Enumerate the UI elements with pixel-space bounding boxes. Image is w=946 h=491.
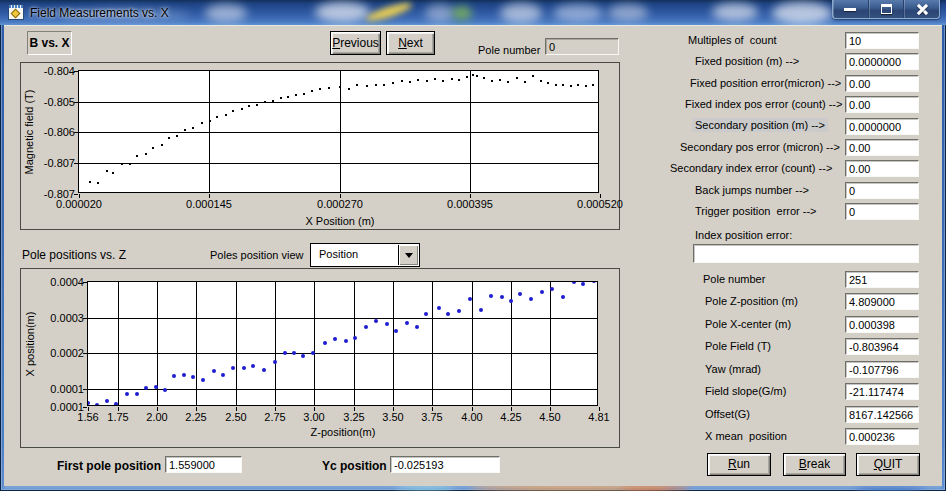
chevron-down-icon	[405, 253, 413, 258]
row-label-secondary-position: Secondary position (m) -->	[692, 119, 828, 131]
window-controls	[832, 0, 940, 19]
stat-field-pole-field: -0.803964	[845, 338, 919, 355]
stat-field-pole-z: 4.809000	[845, 293, 919, 310]
poles-view-label: Poles position view	[210, 249, 304, 261]
yc-position-field[interactable]: -0.025193	[390, 456, 500, 473]
stat-field-pole-number: 251	[845, 271, 919, 288]
app-window: Field Measurements vs. X B vs. X Previou…	[0, 0, 946, 491]
first-pole-label: First pole position	[57, 459, 161, 473]
dropdown-button[interactable]	[398, 245, 418, 265]
row-label-trigger-pos-error: Trigger position error -->	[695, 205, 817, 217]
stat-label-pole-z: Pole Z-position (m)	[705, 295, 798, 307]
minimize-icon	[844, 8, 856, 11]
row-field-fixed-index-error[interactable]: 0.00	[845, 96, 919, 113]
field-chart-y-title: Magnetic field (T)	[22, 72, 36, 192]
field-chart-frame	[20, 62, 620, 230]
stat-label-pole-field: Pole Field (T)	[705, 340, 771, 352]
stat-label-pole-number: Pole number	[703, 273, 765, 285]
stat-label-x-mean: X mean position	[705, 430, 787, 442]
row-label-multiples: Multiples of count	[688, 34, 777, 46]
next-button[interactable]: Next	[386, 31, 435, 55]
maximize-icon	[881, 4, 892, 14]
maximize-button[interactable]	[869, 0, 905, 18]
window-title: Field Measurements vs. X	[30, 6, 169, 20]
stat-label-field-slope: Field slope(G/m)	[705, 385, 786, 397]
row-field-secondary-position[interactable]: 0.0000000	[845, 118, 919, 135]
stat-field-yaw: -0.107796	[845, 361, 919, 378]
poles-view-value: Position	[319, 248, 358, 260]
field-chart-x-title: X Position (m)	[240, 215, 440, 227]
row-field-back-jumps[interactable]: 0	[845, 182, 919, 199]
pole-number-header-label: Pole number	[478, 44, 540, 56]
row-field-secondary-index-error[interactable]: 0.00	[845, 160, 919, 177]
row-field-multiples[interactable]: 10	[845, 32, 919, 49]
row-field-fixed-pos-error[interactable]: 0.00	[845, 75, 919, 92]
close-button[interactable]	[904, 0, 939, 18]
row-field-fixed-position[interactable]: 0.0000000	[845, 53, 919, 70]
row-label-back-jumps: Back jumps number -->	[695, 184, 809, 196]
quit-button[interactable]: QUIT	[856, 453, 920, 476]
stat-field-x-mean: 0.000236	[845, 428, 919, 445]
app-icon[interactable]	[8, 4, 24, 20]
row-label-fixed-pos-error: Fixed position error(micron) -->	[690, 77, 841, 89]
minimize-button[interactable]	[833, 0, 869, 18]
yc-position-label: Yc position	[322, 459, 387, 473]
row-field-secondary-pos-error[interactable]: 0.00	[845, 139, 919, 156]
row-label-fixed-position: Fixed position (m) -->	[695, 55, 799, 67]
stat-field-offset: 8167.142566	[845, 406, 919, 423]
poles-view-dropdown[interactable]: Position	[310, 243, 420, 267]
row-label-fixed-index-error: Fixed index pos error (count) -->	[685, 98, 842, 110]
row-field-trigger-pos-error[interactable]: 0	[845, 203, 919, 220]
stat-label-offset: Offset(G)	[705, 408, 750, 420]
stat-field-field-slope: -21.117474	[845, 383, 919, 400]
run-button[interactable]: Run	[707, 453, 771, 476]
pole-number-header-field: 0	[545, 38, 619, 55]
stat-label-yaw: Yaw (mrad)	[705, 363, 761, 375]
row-label-secondary-index-error: Secondary index error (count) -->	[670, 162, 832, 174]
stat-label-pole-x-center: Pole X-center (m)	[705, 318, 791, 330]
pole-chart-frame	[20, 268, 620, 448]
stat-field-pole-x-center: 0.000398	[845, 316, 919, 333]
previous-button[interactable]: Previous	[330, 31, 381, 55]
section-label-b-vs-x: B vs. X	[27, 31, 72, 55]
index-error-label: Index position error:	[695, 229, 792, 241]
pole-positions-label: Pole positions vs. Z	[22, 248, 126, 262]
pole-chart-y-title: X position(m)	[23, 284, 37, 404]
row-label-secondary-pos-error: Secondary pos error (micron) -->	[680, 141, 840, 153]
first-pole-field[interactable]: 1.559000	[165, 456, 242, 473]
index-error-field[interactable]	[693, 244, 919, 263]
pole-chart-x-title: Z-position(m)	[243, 426, 443, 438]
break-button[interactable]: Break	[783, 453, 846, 476]
